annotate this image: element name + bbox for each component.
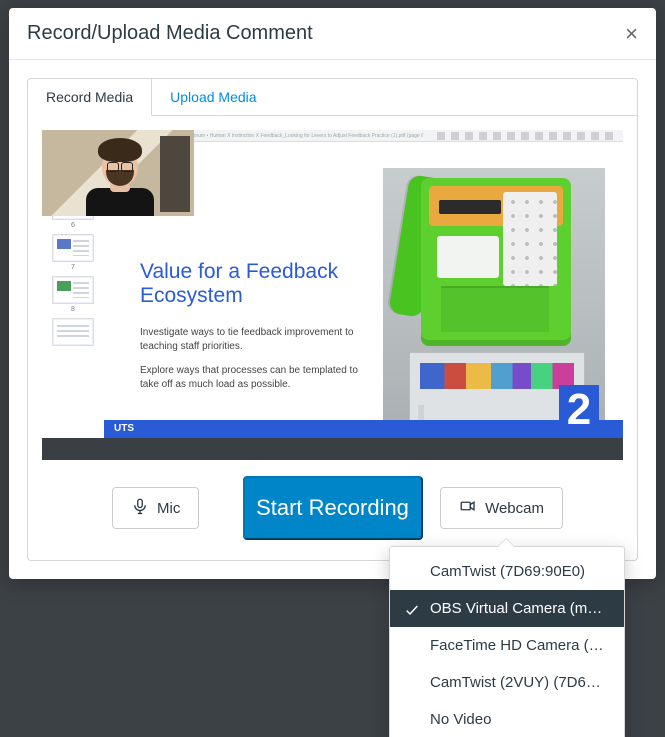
- start-recording-button[interactable]: Start Recording: [243, 476, 423, 540]
- tab-label: Record Media: [46, 89, 133, 105]
- mic-label: Mic: [157, 500, 180, 517]
- tabs-container: Record Media Upload Media L-? Forum • Hu…: [27, 78, 638, 561]
- webcam-option-obs-virtual[interactable]: OBS Virtual Camera (m-d…: [390, 590, 624, 627]
- webcam-option-no-video[interactable]: No Video: [390, 701, 624, 737]
- webcam-option-facetime[interactable]: FaceTime HD Camera (0…: [390, 627, 624, 664]
- pdf-thumb: [52, 318, 94, 346]
- pdf-thumb: [52, 234, 94, 262]
- webcam-option-camtwist-2vuy[interactable]: CamTwist (2VUY) (7D69:…: [390, 664, 624, 701]
- slide-title: Value for a Feedback Ecosystem: [140, 260, 373, 308]
- modal-header: Record/Upload Media Comment ×: [9, 8, 656, 60]
- preview-rendering: L-? Forum • Human X Instinction X Feedba…: [42, 130, 623, 460]
- webcam-label: Webcam: [485, 500, 544, 517]
- tab-upload-media[interactable]: Upload Media: [152, 79, 275, 115]
- webcam-pip: [42, 130, 194, 216]
- tab-label: Upload Media: [170, 89, 256, 105]
- webcam-option-camtwist[interactable]: CamTwist (7D69:90E0): [390, 553, 624, 590]
- webcam-button[interactable]: Webcam: [440, 487, 563, 529]
- option-label: FaceTime HD Camera (0…: [430, 637, 612, 654]
- tab-content-record: L-? Forum • Human X Instinction X Feedba…: [28, 116, 637, 560]
- check-icon: [404, 602, 420, 622]
- tab-bar: Record Media Upload Media: [28, 79, 637, 116]
- glasses-icon: [107, 162, 133, 170]
- modal-title: Record/Upload Media Comment: [27, 22, 313, 45]
- payphone-keypad: [503, 192, 557, 286]
- payphone-body: [421, 178, 571, 346]
- webcam-dropdown: CamTwist (7D69:90E0) OBS Virtual Camera …: [389, 546, 625, 737]
- modal-body: Record Media Upload Media L-? Forum • Hu…: [9, 60, 656, 579]
- pdf-thumb: [52, 276, 94, 304]
- recording-controls: Mic Start Recording Webcam CamTwist (7D: [42, 476, 623, 546]
- tab-record-media[interactable]: Record Media: [28, 79, 152, 116]
- slide-footer: UTS: [104, 420, 623, 438]
- option-label: CamTwist (2VUY) (7D69:…: [430, 674, 613, 691]
- close-button[interactable]: ×: [625, 23, 638, 45]
- pdf-thumb-page: 6: [71, 222, 75, 229]
- close-icon: ×: [625, 21, 638, 46]
- presenter: [80, 136, 160, 216]
- option-label: OBS Virtual Camera (m-d…: [430, 600, 616, 617]
- slide-number-badge: 2: [559, 385, 599, 435]
- media-comment-modal: Record/Upload Media Comment × Record Med…: [9, 8, 656, 579]
- option-label: CamTwist (7D69:90E0): [430, 563, 585, 580]
- pdf-title: L-? Forum • Human X Instinction X Feedba…: [182, 133, 423, 139]
- start-recording-label: Start Recording: [256, 495, 409, 520]
- camera-preview: L-? Forum • Human X Instinction X Feedba…: [42, 130, 623, 460]
- footer-brand: UTS: [114, 423, 134, 434]
- pdf-thumb-page: 8: [71, 306, 75, 313]
- mic-button[interactable]: Mic: [112, 487, 199, 529]
- pdf-thumb-page: 7: [71, 264, 75, 271]
- slide-paragraph: Investigate ways to tie feedback improve…: [140, 326, 373, 354]
- webcam-icon: [459, 497, 477, 519]
- option-label: No Video: [430, 711, 491, 728]
- slide-paragraph: Explore ways that processes can be templ…: [140, 364, 373, 392]
- mic-icon: [131, 497, 149, 519]
- preview-bottom-bar: [42, 438, 623, 460]
